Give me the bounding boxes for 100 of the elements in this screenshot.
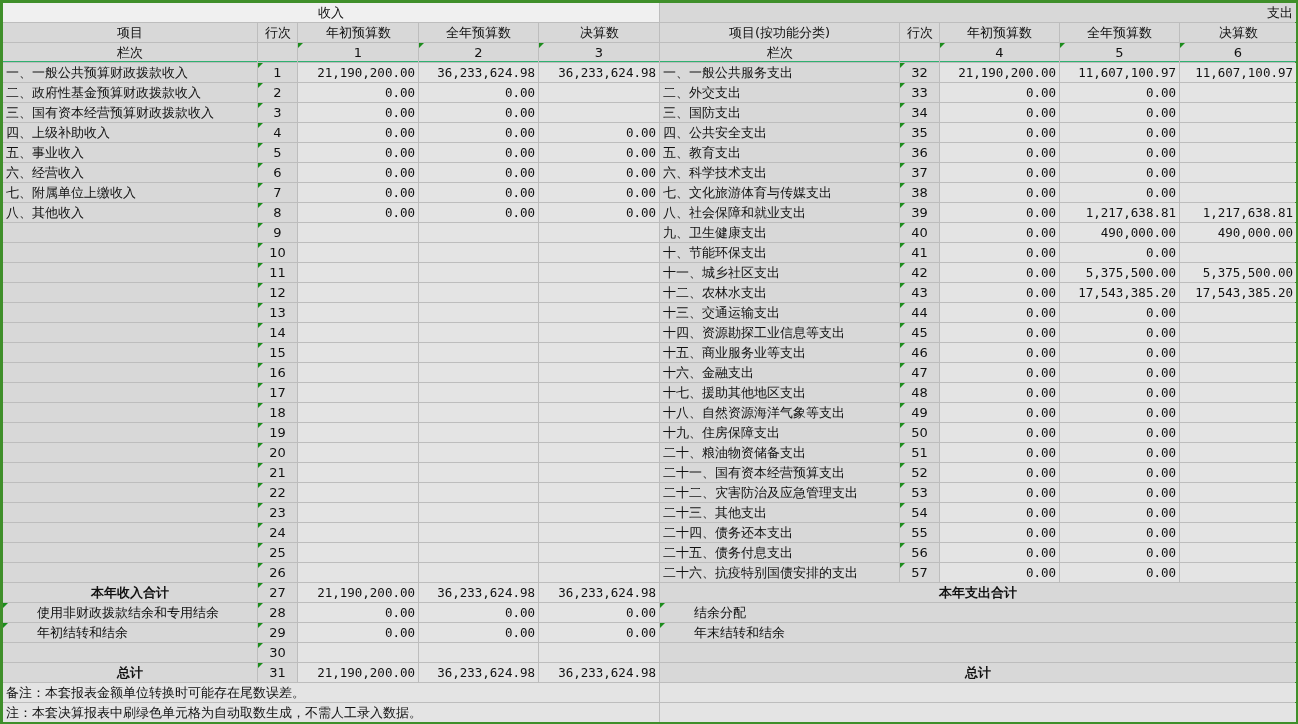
amount-cell: 36,233,624.98: [539, 663, 659, 682]
line-number: 9: [258, 223, 297, 242]
amount-cell: 0.00: [940, 463, 1059, 482]
amount-cell: 0.00: [1060, 103, 1179, 122]
amount-cell: 490,000.00: [1180, 223, 1296, 242]
amount-cell: 11,607,100.97: [1060, 63, 1179, 82]
line-number: 30: [258, 643, 297, 662]
line-number: 28: [258, 603, 297, 622]
line-number: 41: [900, 243, 939, 262]
item-cell: 本年收入合计: [3, 583, 257, 602]
amount-cell: 0.00: [940, 483, 1059, 502]
amount-cell: 0.00: [940, 383, 1059, 402]
note-text: 备注：本套报表金额单位转换时可能存在尾数误差。: [3, 683, 659, 702]
amount-cell: 21,190,200.00: [298, 663, 418, 682]
amount-cell: 0.00: [419, 623, 538, 642]
amount-cell: 0.00: [419, 143, 538, 162]
item-cell: 一、一般公共服务支出: [660, 63, 899, 82]
amount-cell: 0.00: [419, 103, 538, 122]
amount-cell: 0.00: [940, 503, 1059, 522]
line-number: 7: [258, 183, 297, 202]
amount-cell: 21,190,200.00: [298, 583, 418, 602]
item-cell: 十一、城乡社区支出: [660, 263, 899, 282]
line-number: 46: [900, 343, 939, 362]
line-number: 15: [258, 343, 297, 362]
amount-cell: 5,375,500.00: [1060, 263, 1179, 282]
column-header: 决算数: [539, 23, 659, 42]
item-cell: 十八、自然资源海洋气象等支出: [660, 403, 899, 422]
column-number: 5: [1060, 43, 1179, 62]
item-cell: 六、经营收入: [3, 163, 257, 182]
amount-cell: 0.00: [940, 563, 1059, 582]
amount-cell: 0.00: [1060, 183, 1179, 202]
line-number: 2: [258, 83, 297, 102]
amount-cell: 0.00: [419, 123, 538, 142]
line-number: 33: [900, 83, 939, 102]
amount-cell: 5,375,500.00: [1180, 263, 1296, 282]
amount-cell: 0.00: [940, 123, 1059, 142]
item-cell: 本年支出合计: [660, 583, 1296, 602]
line-number: 25: [258, 543, 297, 562]
amount-cell: 21,190,200.00: [298, 63, 418, 82]
amount-cell: 0.00: [539, 143, 659, 162]
item-cell: 结余分配: [660, 603, 1296, 622]
column-number: 6: [1180, 43, 1296, 62]
item-cell: 二十五、债务付息支出: [660, 543, 899, 562]
line-number: 24: [258, 523, 297, 542]
line-number: 34: [900, 103, 939, 122]
line-number: 14: [258, 323, 297, 342]
line-number: 17: [258, 383, 297, 402]
line-number: 54: [900, 503, 939, 522]
amount-cell: 0.00: [940, 263, 1059, 282]
item-cell: 八、社会保障和就业支出: [660, 203, 899, 222]
item-cell: 七、文化旅游体育与传媒支出: [660, 183, 899, 202]
line-number: 53: [900, 483, 939, 502]
line-number: 56: [900, 543, 939, 562]
line-number: 36: [900, 143, 939, 162]
amount-cell: 0.00: [1060, 503, 1179, 522]
amount-cell: 0.00: [940, 363, 1059, 382]
amount-cell: 0.00: [419, 83, 538, 102]
amount-cell: 0.00: [940, 103, 1059, 122]
item-cell: 总计: [660, 663, 1296, 682]
line-number: 43: [900, 283, 939, 302]
amount-cell: 0.00: [298, 83, 418, 102]
line-number: 21: [258, 463, 297, 482]
item-cell: 二十二、灾害防治及应急管理支出: [660, 483, 899, 502]
line-number: 1: [258, 63, 297, 82]
item-cell: 十三、交通运输支出: [660, 303, 899, 322]
amount-cell: 0.00: [1060, 523, 1179, 542]
item-cell: 一、一般公共预算财政拨款收入: [3, 63, 257, 82]
amount-cell: 0.00: [419, 163, 538, 182]
line-number: 19: [258, 423, 297, 442]
amount-cell: 0.00: [539, 163, 659, 182]
amount-cell: 0.00: [419, 603, 538, 622]
amount-cell: 0.00: [1060, 363, 1179, 382]
amount-cell: 0.00: [940, 203, 1059, 222]
item-cell: 十四、资源勘探工业信息等支出: [660, 323, 899, 342]
line-number: 8: [258, 203, 297, 222]
amount-cell: 0.00: [298, 603, 418, 622]
amount-cell: 0.00: [1060, 563, 1179, 582]
item-cell: 二十四、债务还本支出: [660, 523, 899, 542]
section-title: 收入: [3, 3, 659, 22]
amount-cell: 1,217,638.81: [1060, 203, 1179, 222]
line-number: 26: [258, 563, 297, 582]
amount-cell: 0.00: [1060, 483, 1179, 502]
amount-cell: 0.00: [940, 523, 1059, 542]
amount-cell: 0.00: [1060, 403, 1179, 422]
item-cell: 二十、粮油物资储备支出: [660, 443, 899, 462]
column-header: 项目(按功能分类): [660, 23, 899, 42]
amount-cell: 36,233,624.98: [419, 63, 538, 82]
item-cell: 年初结转和结余: [3, 623, 257, 642]
item-cell: 年末结转和结余: [660, 623, 1296, 642]
line-number: 20: [258, 443, 297, 462]
line-number: 29: [258, 623, 297, 642]
amount-cell: 0.00: [940, 183, 1059, 202]
line-number: 35: [900, 123, 939, 142]
line-number: 27: [258, 583, 297, 602]
amount-cell: 36,233,624.98: [539, 63, 659, 82]
amount-cell: 0.00: [539, 203, 659, 222]
line-number: 48: [900, 383, 939, 402]
column-header: 全年预算数: [419, 23, 538, 42]
item-cell: 使用非财政拨款结余和专用结余: [3, 603, 257, 622]
line-number: 40: [900, 223, 939, 242]
